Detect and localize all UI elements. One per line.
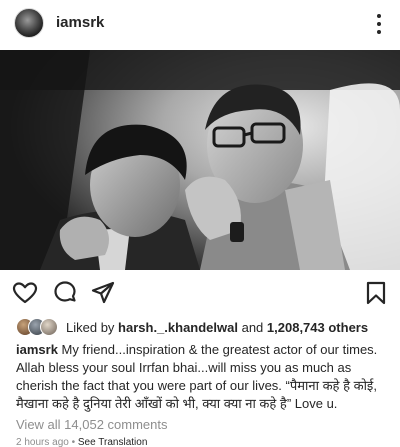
post-username[interactable]: iamsrk <box>56 14 104 31</box>
post-header: iamsrk <box>0 0 400 48</box>
likes-count[interactable]: 1,208,743 others <box>267 320 368 335</box>
post-photo[interactable] <box>0 50 400 270</box>
action-bar <box>0 276 400 310</box>
post-timestamp: 2 hours ago <box>16 437 69 447</box>
post-photo-image <box>0 50 400 270</box>
liker-avatars <box>16 318 60 336</box>
more-options-button[interactable] <box>372 12 386 36</box>
avatar <box>40 318 58 336</box>
bookmark-icon[interactable] <box>363 280 389 306</box>
meta-separator: • <box>68 437 78 447</box>
avatar[interactable] <box>14 8 44 38</box>
share-icon[interactable] <box>90 280 116 306</box>
liker-username[interactable]: harsh._.khandelwal <box>118 320 238 335</box>
view-all-comments-link[interactable]: View all 14,052 comments <box>16 417 168 432</box>
comment-icon[interactable] <box>52 280 78 306</box>
likes-connector: and <box>237 319 267 335</box>
likes-prefix: Liked by <box>66 319 119 335</box>
caption-text: My friend...inspiration & the greatest a… <box>16 342 378 411</box>
see-translation-link[interactable]: See Translation <box>78 437 148 447</box>
post-meta: 2 hours ago • See Translation <box>16 437 147 447</box>
more-vertical-icon <box>377 14 381 18</box>
likes-summary[interactable]: Liked by harsh._.khandelwal and 1,208,74… <box>16 318 368 336</box>
post-caption: iamsrk My friend...inspiration & the gre… <box>16 341 388 413</box>
caption-author[interactable]: iamsrk <box>16 342 58 357</box>
heart-icon[interactable] <box>12 280 38 306</box>
